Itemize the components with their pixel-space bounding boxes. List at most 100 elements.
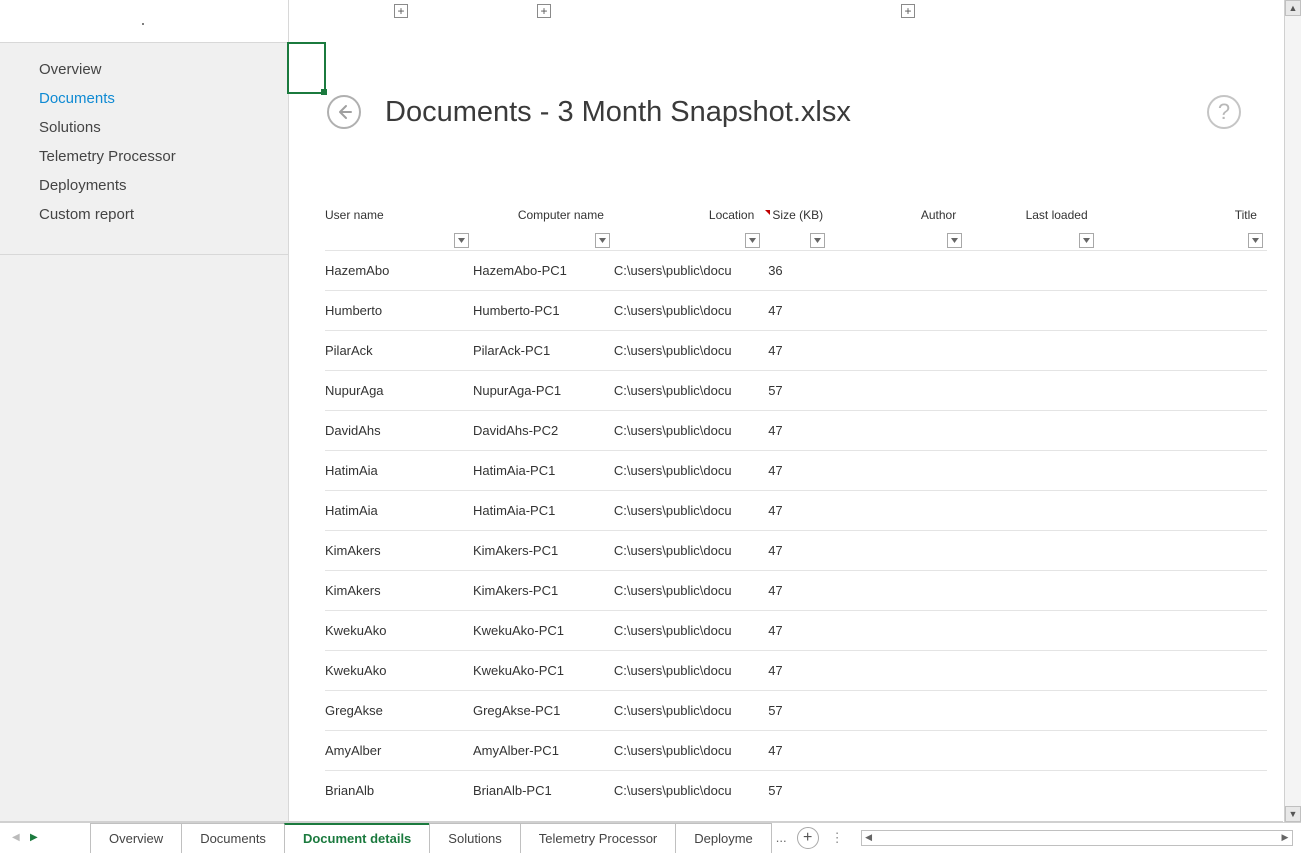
outline-expand-1[interactable]	[394, 4, 408, 18]
dot	[142, 23, 144, 25]
sidebar-top-blank	[0, 0, 288, 43]
table-row[interactable]: HatimAiaHatimAia-PC1C:\users\public\docu…	[325, 450, 1267, 490]
table-row[interactable]: HumbertoHumberto-PC1C:\users\public\docu…	[325, 290, 1267, 330]
outline-bar	[289, 4, 1283, 34]
cell-size: 47	[764, 583, 829, 598]
filter-dropdown-icon[interactable]	[745, 233, 760, 248]
column-label: Computer name	[473, 208, 604, 222]
column-header-computer-name[interactable]: Computer name	[473, 208, 614, 250]
sheet-tab-documents[interactable]: Documents	[181, 823, 285, 853]
table-row[interactable]: DavidAhsDavidAhs-PC2C:\users\public\docu…	[325, 410, 1267, 450]
hscroll-left[interactable]: ◀	[862, 831, 876, 845]
column-header-size-kb-[interactable]: Size (KB)	[764, 208, 829, 250]
column-header-last-loaded[interactable]: Last loaded	[966, 208, 1097, 250]
cell-computer: HatimAia-PC1	[473, 463, 614, 478]
filter-dropdown-icon[interactable]	[454, 233, 469, 248]
cell-location: C:\users\public\docu	[614, 423, 764, 438]
table-row[interactable]: GregAkseGregAkse-PC1C:\users\public\docu…	[325, 690, 1267, 730]
content-area: Documents - 3 Month Snapshot.xlsx ? User…	[289, 0, 1283, 821]
cell-computer: NupurAga-PC1	[473, 383, 614, 398]
cell-user: HazemAbo	[325, 263, 473, 278]
cell-location: C:\users\public\docu	[614, 623, 764, 638]
cell-user: KwekuAko	[325, 663, 473, 678]
cell-size: 47	[764, 343, 829, 358]
active-cell-outline[interactable]	[287, 42, 326, 94]
filter-dropdown-icon[interactable]	[1248, 233, 1263, 248]
table-row[interactable]: AmyAlberAmyAlber-PC1C:\users\public\docu…	[325, 730, 1267, 770]
sheet-tab-deployme[interactable]: Deployme	[675, 823, 772, 853]
cell-location: C:\users\public\docu	[614, 383, 764, 398]
filter-dropdown-icon[interactable]	[1079, 233, 1094, 248]
table-row[interactable]: HatimAiaHatimAia-PC1C:\users\public\docu…	[325, 490, 1267, 530]
table-row[interactable]: PilarAckPilarAck-PC1C:\users\public\docu…	[325, 330, 1267, 370]
sheet-tabs-strip: ◀ ▶ OverviewDocumentsDocument detailsSol…	[0, 822, 1301, 852]
cell-user: KwekuAko	[325, 623, 473, 638]
cell-user: KimAkers	[325, 543, 473, 558]
cell-size: 57	[764, 383, 829, 398]
cell-size: 57	[764, 703, 829, 718]
cell-location: C:\users\public\docu	[614, 543, 764, 558]
add-sheet-button[interactable]: +	[797, 827, 819, 849]
column-label: User name	[325, 208, 473, 222]
sidebar-item-custom-report[interactable]: Custom report	[0, 200, 288, 229]
cell-computer: KimAkers-PC1	[473, 543, 614, 558]
vertical-scrollbar[interactable]: ▲ ▼	[1284, 0, 1301, 822]
cell-computer: Humberto-PC1	[473, 303, 614, 318]
outline-expand-2[interactable]	[537, 4, 551, 18]
sheet-tab-overview[interactable]: Overview	[90, 823, 182, 853]
filter-dropdown-icon[interactable]	[810, 233, 825, 248]
cell-location: C:\users\public\docu	[614, 503, 764, 518]
horizontal-scrollbar[interactable]: ◀ ▶	[861, 830, 1293, 846]
cell-size: 57	[764, 783, 829, 798]
back-button[interactable]	[327, 95, 361, 129]
table-row[interactable]: NupurAgaNupurAga-PC1C:\users\public\docu…	[325, 370, 1267, 410]
outline-expand-3[interactable]	[901, 4, 915, 18]
sidebar-item-documents[interactable]: Documents	[0, 84, 288, 113]
sidebar-item-deployments[interactable]: Deployments	[0, 171, 288, 200]
cell-size: 47	[764, 623, 829, 638]
cell-location: C:\users\public\docu	[614, 703, 764, 718]
vscroll-up[interactable]: ▲	[1285, 0, 1301, 16]
cell-computer: PilarAck-PC1	[473, 343, 614, 358]
filter-dropdown-icon[interactable]	[947, 233, 962, 248]
column-header-author[interactable]: Author	[829, 208, 966, 250]
table-row[interactable]: BrianAlbBrianAlb-PC1C:\users\public\docu…	[325, 770, 1267, 810]
tab-ellipsis[interactable]: ...	[776, 830, 787, 845]
page-title: Documents - 3 Month Snapshot.xlsx	[385, 96, 851, 129]
sidebar-item-overview[interactable]: Overview	[0, 55, 288, 84]
tab-nav-next[interactable]: ▶	[30, 832, 38, 843]
cell-user: HatimAia	[325, 463, 473, 478]
tab-overflow-dots[interactable]: ⋮	[831, 830, 845, 846]
help-button[interactable]: ?	[1207, 95, 1241, 129]
cell-user: DavidAhs	[325, 423, 473, 438]
sidebar-item-telemetry-processor[interactable]: Telemetry Processor	[0, 142, 288, 171]
cell-computer: KwekuAko-PC1	[473, 663, 614, 678]
table-row[interactable]: HazemAboHazemAbo-PC1C:\users\public\docu…	[325, 250, 1267, 290]
vscroll-down[interactable]: ▼	[1285, 806, 1301, 822]
table-row[interactable]: KimAkersKimAkers-PC1C:\users\public\docu…	[325, 530, 1267, 570]
table-row[interactable]: KwekuAkoKwekuAko-PC1C:\users\public\docu…	[325, 610, 1267, 650]
cell-location: C:\users\public\docu	[614, 583, 764, 598]
sheet-tab-solutions[interactable]: Solutions	[429, 823, 520, 853]
column-header-title[interactable]: Title	[1098, 208, 1267, 250]
cell-user: KimAkers	[325, 583, 473, 598]
cell-location: C:\users\public\docu	[614, 463, 764, 478]
filter-dropdown-icon[interactable]	[595, 233, 610, 248]
cell-user: Humberto	[325, 303, 473, 318]
cell-location: C:\users\public\docu	[614, 343, 764, 358]
cell-user: NupurAga	[325, 383, 473, 398]
cell-computer: HatimAia-PC1	[473, 503, 614, 518]
cell-size: 47	[764, 743, 829, 758]
sheet-tab-document-details[interactable]: Document details	[284, 823, 430, 853]
column-header-location[interactable]: Location	[614, 208, 764, 250]
cell-user: GregAkse	[325, 703, 473, 718]
table-row[interactable]: KwekuAkoKwekuAko-PC1C:\users\public\docu…	[325, 650, 1267, 690]
table-row[interactable]: KimAkersKimAkers-PC1C:\users\public\docu…	[325, 570, 1267, 610]
hscroll-right[interactable]: ▶	[1278, 831, 1292, 845]
sidebar-item-solutions[interactable]: Solutions	[0, 113, 288, 142]
column-label: Last loaded	[966, 208, 1087, 222]
column-header-user-name[interactable]: User name	[325, 208, 473, 250]
sidebar-separator	[0, 254, 288, 255]
sheet-tab-telemetry-processor[interactable]: Telemetry Processor	[520, 823, 676, 853]
tab-nav-prev[interactable]: ◀	[12, 832, 20, 843]
